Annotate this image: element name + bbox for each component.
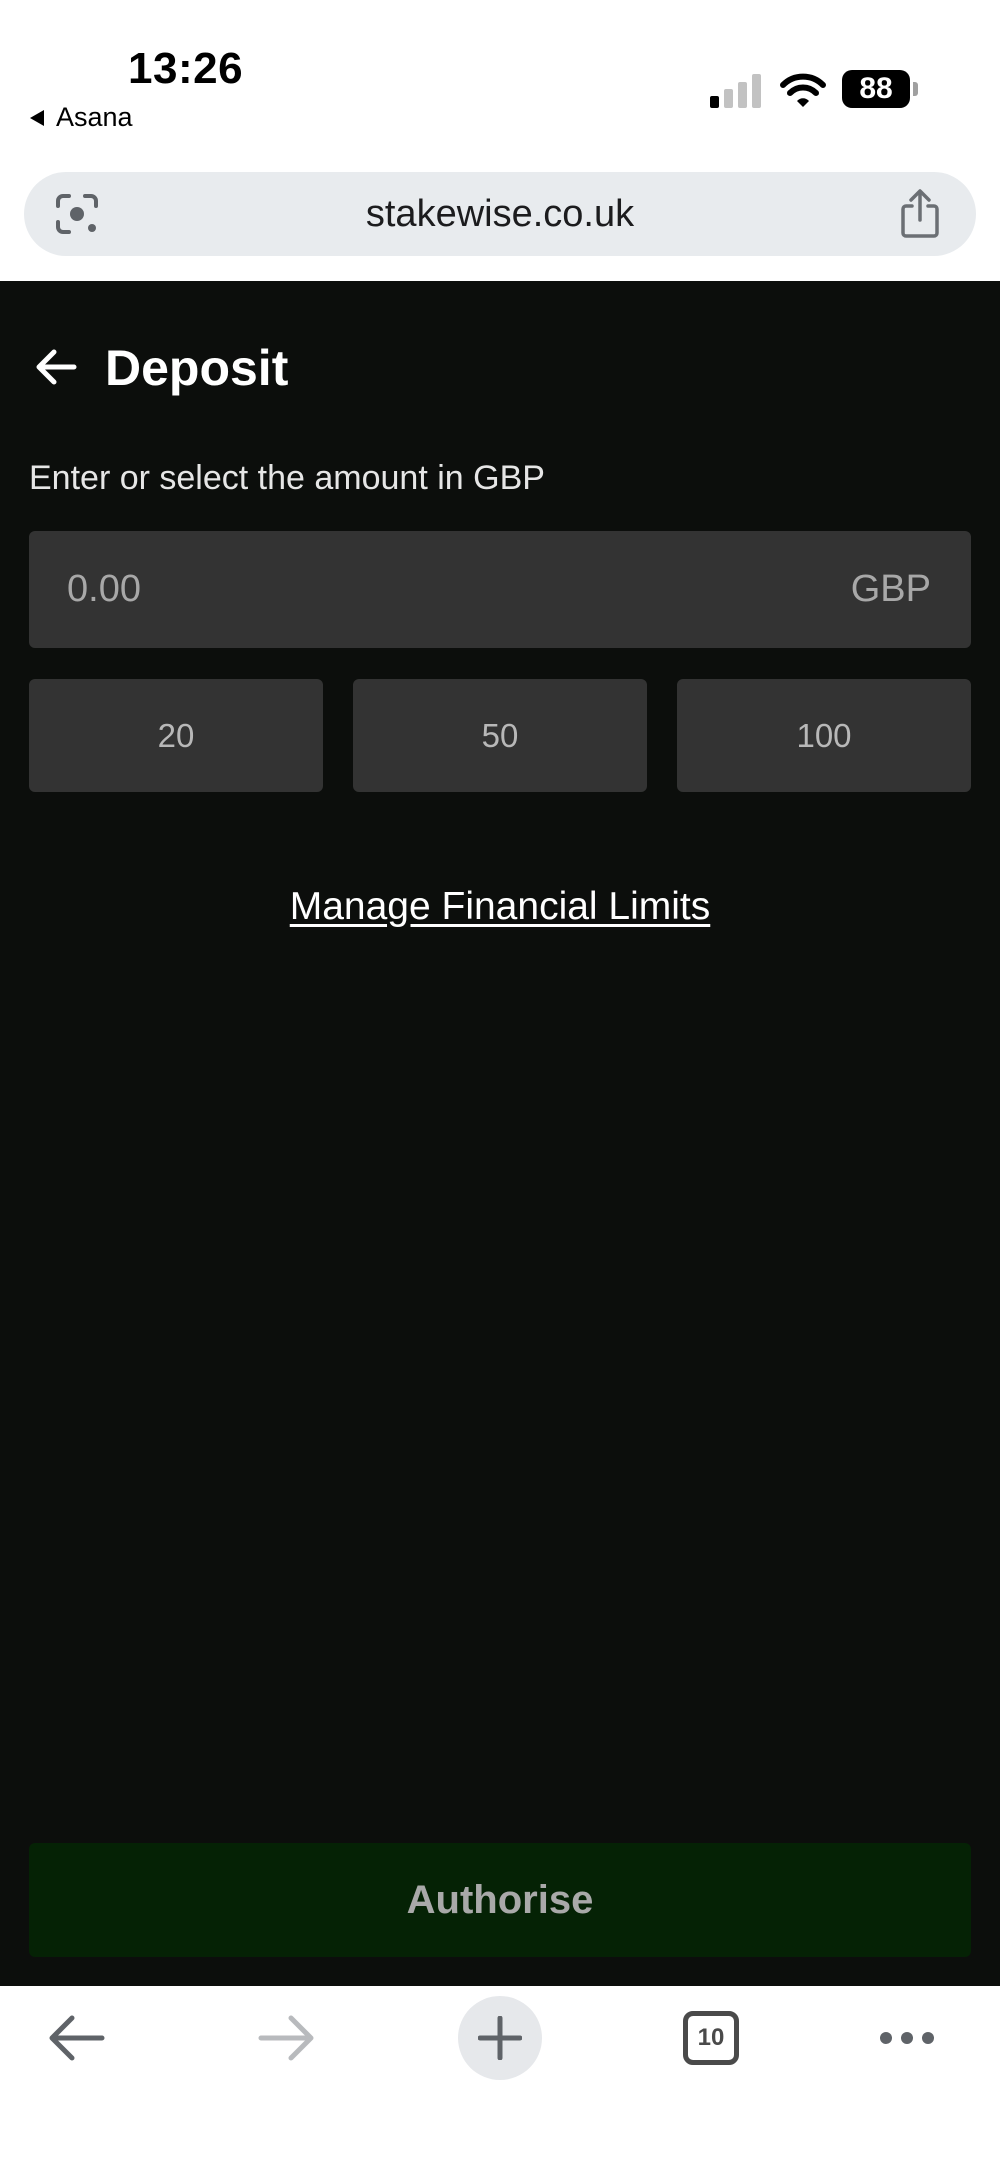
wifi-icon bbox=[780, 73, 826, 107]
amount-input[interactable] bbox=[67, 531, 787, 648]
battery-tip bbox=[913, 82, 918, 96]
share-icon[interactable] bbox=[898, 188, 942, 240]
new-tab-button[interactable] bbox=[458, 1996, 542, 2080]
browser-forward-icon[interactable] bbox=[257, 2014, 317, 2062]
page-header: Deposit bbox=[0, 281, 1000, 451]
google-lens-icon[interactable] bbox=[54, 192, 100, 236]
status-bar: 13:26 Asana 88 bbox=[0, 0, 1000, 160]
authorise-button[interactable]: Authorise bbox=[29, 1843, 971, 1957]
quick-amount-row: 20 50 100 bbox=[29, 679, 971, 792]
browser-back-icon[interactable] bbox=[46, 2014, 106, 2062]
amount-field[interactable]: GBP bbox=[29, 531, 971, 648]
url-text[interactable]: stakewise.co.uk bbox=[24, 172, 976, 256]
more-dots-icon[interactable] bbox=[878, 2024, 936, 2052]
quick-amount-button-100[interactable]: 100 bbox=[677, 679, 971, 792]
browser-toolbar: 10 bbox=[0, 1986, 1000, 2171]
address-bar[interactable]: stakewise.co.uk bbox=[24, 172, 976, 256]
quick-amount-button-20[interactable]: 20 bbox=[29, 679, 323, 792]
plus-icon bbox=[478, 2016, 522, 2060]
tab-switcher-button[interactable]: 10 bbox=[683, 2011, 739, 2065]
deposit-page: Deposit Enter or select the amount in GB… bbox=[0, 281, 1000, 1986]
status-time: 13:26 bbox=[128, 44, 244, 93]
back-app-label: Asana bbox=[56, 102, 133, 132]
cellular-signal-icon bbox=[710, 74, 761, 108]
quick-amount-button-50[interactable]: 50 bbox=[353, 679, 647, 792]
battery-indicator: 88 bbox=[842, 70, 918, 110]
arrow-left-icon[interactable] bbox=[34, 347, 78, 387]
currency-label: GBP bbox=[850, 568, 931, 610]
amount-instruction: Enter or select the amount in GBP bbox=[29, 459, 545, 497]
back-triangle-icon bbox=[30, 109, 44, 126]
battery-level: 88 bbox=[842, 70, 910, 108]
page-title: Deposit bbox=[105, 340, 289, 396]
back-to-app-link[interactable]: Asana bbox=[30, 102, 133, 133]
manage-financial-limits-link[interactable]: Manage Financial Limits bbox=[0, 885, 1000, 929]
